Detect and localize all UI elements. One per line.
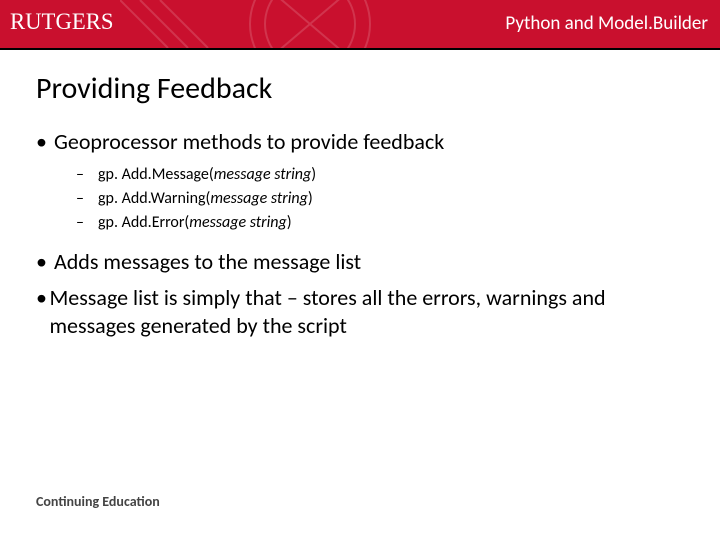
footer-text: Continuing Education	[36, 493, 160, 510]
code-prefix: gp. Add.Message(	[98, 165, 214, 184]
bullet-text: gp. Add.Message(message string)	[98, 164, 316, 186]
bullet-level1: •Adds messages to the message list	[36, 248, 690, 276]
bullet-level2: –gp. Add.Error(message string)	[76, 212, 690, 234]
bullet-text: gp. Add.Error(message string)	[98, 212, 292, 234]
bullet-dash: –	[76, 164, 98, 186]
bullet-level1: •Message list is simply that – stores al…	[36, 284, 690, 340]
slide: RUTGERS Python and Model.Builder Providi…	[0, 0, 720, 540]
bullet-dash: –	[76, 188, 98, 210]
code-arg: message string	[210, 189, 307, 208]
bullet-level2: –gp. Add.Message(message string)	[76, 164, 690, 186]
code-prefix: gp. Add.Error(	[98, 213, 189, 232]
code-suffix: )	[287, 213, 292, 232]
bullet-dot: •	[36, 128, 54, 156]
code-prefix: gp. Add.Warning(	[98, 189, 210, 208]
header-bar: RUTGERS Python and Model.Builder	[0, 0, 720, 48]
bullet-dash: –	[76, 212, 98, 234]
code-arg: message string	[214, 165, 311, 184]
rutgers-logo: RUTGERS	[10, 6, 120, 40]
code-suffix: )	[308, 189, 313, 208]
seal-graphic	[120, 0, 380, 48]
seal-watermark	[120, 0, 380, 48]
slide-title: Providing Feedback	[36, 70, 272, 107]
slide-body: •Geoprocessor methods to provide feedbac…	[36, 128, 690, 348]
bullet-dot: •	[36, 248, 54, 276]
header-subtitle: Python and Model.Builder	[505, 12, 708, 35]
bullet-text: gp. Add.Warning(message string)	[98, 188, 313, 210]
svg-text:RUTGERS: RUTGERS	[10, 9, 114, 34]
spacer	[36, 236, 690, 248]
bullet-text: Message list is simply that – stores all…	[49, 284, 690, 340]
header-rule	[0, 48, 720, 50]
code-arg: message string	[189, 213, 286, 232]
bullet-text: Geoprocessor methods to provide feedback	[54, 128, 444, 156]
bullet-text: Adds messages to the message list	[54, 248, 361, 276]
bullet-level1: •Geoprocessor methods to provide feedbac…	[36, 128, 690, 156]
bullet-level2: –gp. Add.Warning(message string)	[76, 188, 690, 210]
bullet-dot: •	[36, 284, 49, 340]
code-suffix: )	[311, 165, 316, 184]
